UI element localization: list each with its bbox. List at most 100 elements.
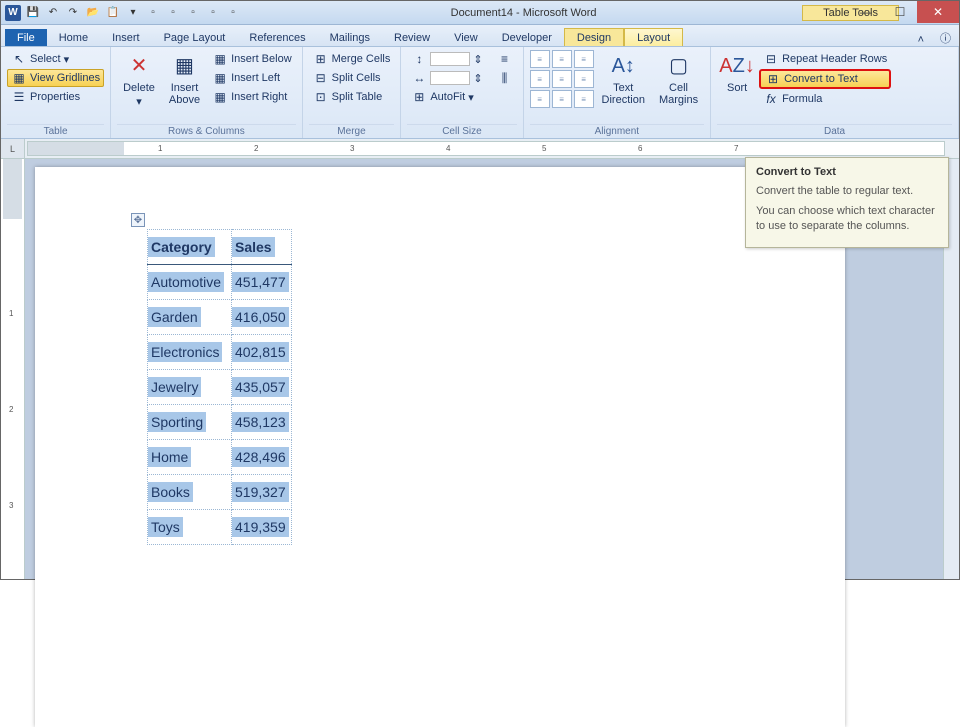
qat-extra1-icon[interactable]: ▫ xyxy=(145,5,161,21)
cell-sales[interactable]: 428,496 xyxy=(232,447,289,467)
tab-design[interactable]: Design xyxy=(564,28,624,46)
tab-page-layout[interactable]: Page Layout xyxy=(152,29,238,46)
ribbon-minimize-icon[interactable]: ˄ xyxy=(910,34,932,46)
table-row[interactable]: Sporting 458,123 xyxy=(148,405,292,440)
table-row[interactable]: Jewelry 435,057 xyxy=(148,370,292,405)
tab-insert[interactable]: Insert xyxy=(100,29,152,46)
cell-sales[interactable]: 519,327 xyxy=(232,482,289,502)
delete-button[interactable]: ✕Delete▾ xyxy=(117,50,161,110)
formula-icon: fx xyxy=(763,91,779,107)
insert-left-button[interactable]: ▦Insert Left xyxy=(208,69,296,87)
insert-above-button[interactable]: ▦Insert Above xyxy=(163,50,206,108)
cell-category[interactable]: Jewelry xyxy=(148,377,201,397)
close-button[interactable]: ✕ xyxy=(917,1,959,23)
header-category[interactable]: Category xyxy=(148,237,215,257)
delete-icon: ✕ xyxy=(125,52,153,80)
tab-mailings[interactable]: Mailings xyxy=(318,29,382,46)
distribute-cols-icon: ⫼ xyxy=(497,70,513,86)
tab-references[interactable]: References xyxy=(237,29,317,46)
table-row[interactable]: Automotive 451,477 xyxy=(148,265,292,300)
table-row[interactable]: Toys 419,359 xyxy=(148,510,292,545)
qat-paste-icon[interactable]: 📋 xyxy=(105,5,121,21)
cell-sales[interactable]: 458,123 xyxy=(232,412,289,432)
word-app-icon[interactable]: W xyxy=(5,5,21,21)
table-row[interactable]: Books 519,327 xyxy=(148,475,292,510)
split-cells-button[interactable]: ⊟Split Cells xyxy=(309,69,395,87)
cell-sales[interactable]: 419,359 xyxy=(232,517,289,537)
qat-extra4-icon[interactable]: ▫ xyxy=(205,5,221,21)
cell-category[interactable]: Sporting xyxy=(148,412,206,432)
autofit-button[interactable]: ⊞AutoFit ▾ xyxy=(407,88,486,106)
view-gridlines-button[interactable]: ▦View Gridlines xyxy=(7,69,104,87)
cell-category[interactable]: Books xyxy=(148,482,193,502)
insert-right-button[interactable]: ▦Insert Right xyxy=(208,88,296,106)
distribute-rows-icon: ≡ xyxy=(497,51,513,67)
cell-sales[interactable]: 451,477 xyxy=(232,272,289,292)
insert-below-icon: ▦ xyxy=(212,51,228,67)
maximize-button[interactable]: ☐ xyxy=(883,1,917,23)
qat-more-icon[interactable]: ▾ xyxy=(125,5,141,21)
table-header-row[interactable]: Category Sales xyxy=(148,230,292,265)
distribute-rows-button[interactable]: ≡ xyxy=(493,50,517,68)
repeat-header-rows-button[interactable]: ⊟Repeat Header Rows xyxy=(759,50,891,68)
minimize-button[interactable]: — xyxy=(849,1,883,23)
sort-button[interactable]: AZ↓Sort xyxy=(717,50,757,96)
window-title: Document14 - Microsoft Word xyxy=(245,7,802,19)
qat-extra2-icon[interactable]: ▫ xyxy=(165,5,181,21)
table-row[interactable]: Electronics 402,815 xyxy=(148,335,292,370)
help-icon[interactable]: ⓘ xyxy=(932,30,959,46)
horizontal-ruler[interactable]: 1234567 xyxy=(27,141,945,156)
distribute-cols-button[interactable]: ⫼ xyxy=(493,69,517,87)
split-table-button[interactable]: ⊡Split Table xyxy=(309,88,395,106)
ruler-corner: L xyxy=(1,139,25,158)
tab-layout[interactable]: Layout xyxy=(624,28,683,46)
insert-above-label: Insert Above xyxy=(169,82,200,106)
tab-review[interactable]: Review xyxy=(382,29,442,46)
qat-undo-icon[interactable]: ↶ xyxy=(45,5,61,21)
insert-above-icon: ▦ xyxy=(171,52,199,80)
row-height-field[interactable]: ↕ ⇕ xyxy=(407,50,486,68)
document-page[interactable]: ✥ Category Sales Automotive 451,477 Garden… xyxy=(35,167,845,727)
cell-margins-button[interactable]: ▢Cell Margins xyxy=(653,50,704,108)
convert-to-text-button[interactable]: ⊞Convert to Text xyxy=(759,69,891,89)
formula-button[interactable]: fxFormula xyxy=(759,90,891,108)
qat-extra5-icon[interactable]: ▫ xyxy=(225,5,241,21)
cell-category[interactable]: Automotive xyxy=(148,272,224,292)
cell-sales[interactable]: 435,057 xyxy=(232,377,289,397)
qat-open-icon[interactable]: 📂 xyxy=(85,5,101,21)
alignment-grid[interactable]: ≡≡≡≡≡≡≡≡≡ xyxy=(530,50,594,108)
document-table[interactable]: Category Sales Automotive 451,477 Garden 41… xyxy=(147,229,292,545)
group-rows-columns-label: Rows & Columns xyxy=(117,124,296,138)
table-row[interactable]: Garden 416,050 xyxy=(148,300,292,335)
ruler-row: L 1234567 xyxy=(1,139,959,159)
header-sales[interactable]: Sales xyxy=(232,237,275,257)
cell-sales[interactable]: 416,050 xyxy=(232,307,289,327)
text-direction-button[interactable]: A↕Text Direction xyxy=(596,50,651,108)
cell-sales[interactable]: 402,815 xyxy=(232,342,289,362)
formula-label: Formula xyxy=(782,93,822,105)
tab-file[interactable]: File xyxy=(5,29,47,46)
tab-developer[interactable]: Developer xyxy=(490,29,564,46)
group-cell-size: ↕ ⇕ ↔ ⇕ ⊞AutoFit ▾ ≡ ⫼ Cell Size xyxy=(401,47,523,138)
qat-save-icon[interactable]: 💾 xyxy=(25,5,41,21)
cell-category[interactable]: Toys xyxy=(148,517,183,537)
cell-category[interactable]: Garden xyxy=(148,307,201,327)
col-width-field[interactable]: ↔ ⇕ xyxy=(407,69,486,87)
table-row[interactable]: Home 428,496 xyxy=(148,440,292,475)
insert-below-button[interactable]: ▦Insert Below xyxy=(208,50,296,68)
grid-icon: ▦ xyxy=(11,70,27,86)
tab-home[interactable]: Home xyxy=(47,29,100,46)
qat-redo-icon[interactable]: ↷ xyxy=(65,5,81,21)
group-table: ↖Select ▾ ▦View Gridlines ☰Properties Ta… xyxy=(1,47,111,138)
cell-category[interactable]: Home xyxy=(148,447,191,467)
select-button[interactable]: ↖Select ▾ xyxy=(7,50,104,68)
qat-extra3-icon[interactable]: ▫ xyxy=(185,5,201,21)
properties-button[interactable]: ☰Properties xyxy=(7,88,104,106)
tab-view[interactable]: View xyxy=(442,29,490,46)
group-cell-size-label: Cell Size xyxy=(407,124,516,138)
cell-category[interactable]: Electronics xyxy=(148,342,222,362)
vertical-ruler[interactable]: 123 xyxy=(1,159,25,579)
merge-cells-button[interactable]: ⊞Merge Cells xyxy=(309,50,395,68)
row-height-icon: ↕ xyxy=(411,51,427,67)
table-move-handle[interactable]: ✥ xyxy=(131,213,145,227)
